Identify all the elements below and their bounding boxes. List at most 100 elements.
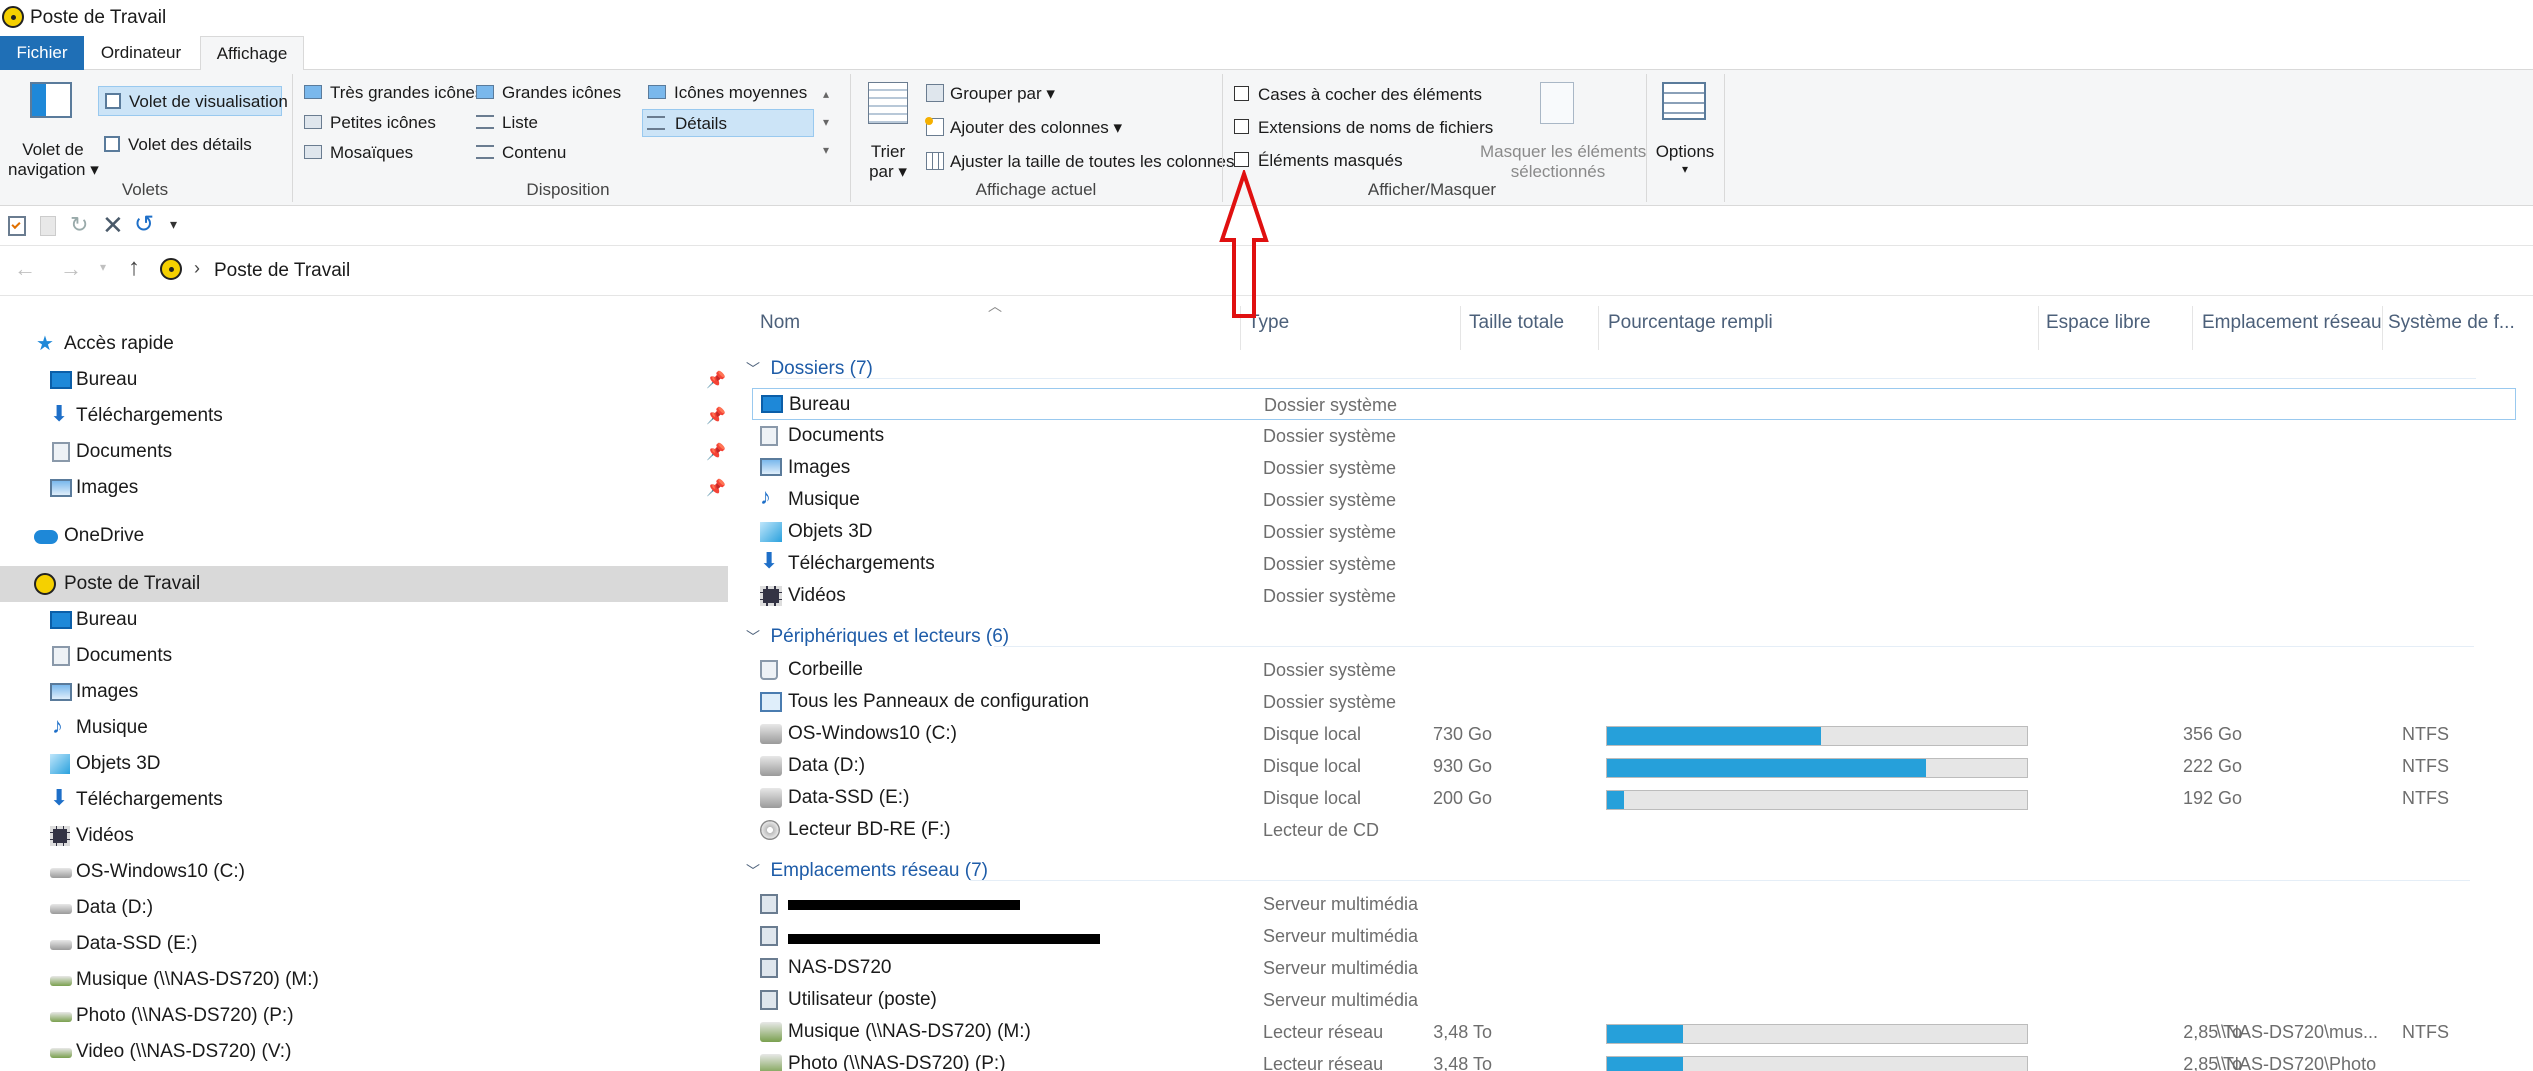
details-pane-button[interactable]: Volet des détails — [98, 130, 282, 160]
pin-icon[interactable]: 📌 — [706, 442, 726, 462]
column-separator[interactable] — [1460, 306, 1461, 350]
nav-pc-drive-c[interactable]: OS-Windows10 (C:) — [0, 854, 728, 890]
nav-pc-music[interactable]: ♪ Musique — [0, 710, 728, 746]
nav-quick-access[interactable]: ★ Accès rapide — [0, 326, 728, 362]
nav-pc-videos[interactable]: Vidéos — [0, 818, 728, 854]
column-separator[interactable] — [2192, 306, 2193, 350]
table-row[interactable]: Images Dossier système — [746, 452, 2516, 484]
table-row[interactable]: Data-SSD (E:) Disque local 200 Go 192 Go… — [746, 782, 2516, 814]
nav-pc-documents[interactable]: Documents — [0, 638, 728, 674]
file-extensions-checkbox[interactable] — [1234, 119, 1249, 134]
column-header-total[interactable]: Taille totale — [1469, 296, 1599, 350]
layout-extra-large-icons[interactable]: Très grandes icônes — [300, 80, 483, 106]
properties-icon[interactable] — [8, 216, 26, 236]
table-row[interactable]: Tous les Panneaux de configuration Dossi… — [746, 686, 2516, 718]
layout-details[interactable]: Détails — [642, 109, 814, 137]
nav-onedrive[interactable]: OneDrive — [0, 518, 728, 554]
navigation-pane-button[interactable]: Volet de navigation ▾ — [8, 80, 99, 179]
layout-small-icons[interactable]: Petites icônes — [300, 110, 470, 136]
group-header-devices[interactable]: ﹀ Périphériques et lecteurs (6) — [746, 626, 1009, 648]
tab-affichage[interactable]: Affichage — [200, 36, 304, 71]
pin-icon[interactable]: 📌 — [706, 478, 726, 498]
pin-icon[interactable]: 📌 — [706, 370, 726, 390]
sort-by-button[interactable]: Trier par ▾ — [858, 80, 918, 181]
back-arrow-icon[interactable]: ← — [14, 256, 36, 282]
column-header-network[interactable]: Emplacement réseau — [2202, 296, 2382, 350]
layout-tiles[interactable]: Mosaïques — [300, 140, 470, 166]
nav-quick-downloads[interactable]: ⬇ Téléchargements 📌 — [0, 398, 728, 434]
column-header-name[interactable]: Nom — [760, 296, 1256, 350]
hidden-items-toggle[interactable]: Éléments masqués — [1234, 148, 1474, 172]
table-row[interactable]: Musique (\\NAS-DS720) (M:) Lecteur résea… — [746, 1016, 2516, 1048]
nav-pc-downloads[interactable]: ⬇ Téléchargements — [0, 782, 728, 818]
hide-selected-button[interactable]: Masquer les éléments sélectionnés — [1480, 80, 1646, 181]
item-checkboxes-toggle[interactable]: Cases à cocher des éléments — [1234, 82, 1482, 106]
documents-icon — [52, 442, 70, 462]
table-row[interactable]: Serveur multimédia — [746, 888, 2516, 920]
table-row[interactable]: Lecteur BD-RE (F:) Lecteur de CD — [746, 814, 2516, 846]
table-row[interactable]: Utilisateur (poste) Serveur multimédia — [746, 984, 2516, 1016]
layout-content[interactable]: Contenu — [472, 140, 642, 166]
nav-pc-images[interactable]: Images — [0, 674, 728, 710]
address-location[interactable]: Poste de Travail — [214, 260, 350, 282]
recent-dropdown-icon[interactable]: ▾ — [100, 260, 106, 274]
table-row[interactable]: Objets 3D Dossier système — [746, 516, 2516, 548]
nav-quick-documents[interactable]: Documents 📌 — [0, 434, 728, 470]
nav-quick-images[interactable]: Images 📌 — [0, 470, 728, 506]
table-row[interactable]: Bureau Dossier système — [752, 388, 2516, 420]
column-separator[interactable] — [1598, 306, 1599, 350]
nav-this-pc[interactable]: Poste de Travail — [0, 566, 728, 602]
table-row[interactable]: Corbeille Dossier système — [746, 654, 2516, 686]
add-columns-button[interactable]: Ajouter des colonnes ▾ — [924, 114, 1184, 140]
nav-pc-network-v[interactable]: Video (\\NAS-DS720) (V:) — [0, 1034, 728, 1070]
delete-icon[interactable]: ✕ — [102, 210, 124, 241]
item-checkboxes-checkbox[interactable] — [1234, 86, 1249, 101]
layout-large-icons[interactable]: Grandes icônes — [472, 80, 642, 106]
column-header-percent[interactable]: Pourcentage rempli — [1608, 296, 1988, 350]
nav-pc-drive-e[interactable]: Data-SSD (E:) — [0, 926, 728, 962]
table-row[interactable]: Data (D:) Disque local 930 Go 222 Go NTF… — [746, 750, 2516, 782]
nav-pc-network-m[interactable]: Musique (\\NAS-DS720) (M:) — [0, 962, 728, 998]
network-drive-icon — [50, 976, 72, 986]
group-header-network[interactable]: ﹀ Emplacements réseau (7) — [746, 860, 988, 882]
layout-list[interactable]: Liste — [472, 110, 642, 136]
layout-medium-icons[interactable]: Icônes moyennes — [644, 80, 814, 106]
layout-gallery-scroll[interactable]: ▴ ▾ ▾ — [818, 80, 834, 168]
undo-icon[interactable]: ↺ — [134, 210, 154, 239]
nav-pc-bureau[interactable]: Bureau — [0, 602, 728, 638]
nav-quick-bureau[interactable]: Bureau 📌 — [0, 362, 728, 398]
redo-icon[interactable]: ↻ — [70, 212, 88, 238]
group-header-folders[interactable]: ﹀ Dossiers (7) — [746, 358, 873, 380]
column-header-fs[interactable]: Système de f... — [2388, 296, 2528, 350]
pin-icon[interactable]: 📌 — [706, 406, 726, 426]
layout-small-label: Petites icônes — [330, 113, 436, 132]
column-header-free[interactable]: Espace libre — [2046, 296, 2186, 350]
new-folder-icon[interactable] — [40, 216, 56, 236]
nav-pc-3d-objects[interactable]: Objets 3D — [0, 746, 728, 782]
column-header-type[interactable]: Type — [1248, 296, 1448, 350]
table-row[interactable]: Serveur multimédia — [746, 920, 2516, 952]
nav-pc-drive-d[interactable]: Data (D:) — [0, 890, 728, 926]
table-row[interactable]: Documents Dossier système — [746, 420, 2516, 452]
tab-ordinateur[interactable]: Ordinateur — [88, 36, 194, 70]
file-extensions-toggle[interactable]: Extensions de noms de fichiers — [1234, 115, 1493, 139]
up-arrow-icon[interactable]: ↑ — [128, 254, 140, 282]
hidden-items-checkbox[interactable] — [1234, 152, 1249, 167]
group-by-button[interactable]: Grouper par ▾ — [924, 80, 1184, 106]
table-row[interactable]: Photo (\\NAS-DS720) (P:) Lecteur réseau … — [746, 1048, 2516, 1071]
fit-columns-button[interactable]: Ajuster la taille de toutes les colonnes — [924, 148, 1234, 174]
options-button[interactable]: Options ▾ — [1652, 80, 1718, 176]
column-separator[interactable] — [2382, 306, 2383, 350]
tab-fichier[interactable]: Fichier — [0, 36, 84, 70]
column-separator[interactable] — [2038, 306, 2039, 350]
table-row[interactable]: ⬇ Téléchargements Dossier système — [746, 548, 2516, 580]
customize-qat-icon[interactable]: ▾ — [170, 216, 177, 233]
nav-pc-network-p[interactable]: Photo (\\NAS-DS720) (P:) — [0, 998, 728, 1034]
preview-pane-button[interactable]: Volet de visualisation — [98, 86, 288, 116]
table-row[interactable]: NAS-DS720 Serveur multimédia — [746, 952, 2516, 984]
forward-arrow-icon[interactable]: → — [60, 256, 82, 282]
chevron-right-icon[interactable]: › — [194, 258, 200, 279]
table-row[interactable]: ♪ Musique Dossier système — [746, 484, 2516, 516]
table-row[interactable]: Vidéos Dossier système — [746, 580, 2516, 612]
table-row[interactable]: OS-Windows10 (C:) Disque local 730 Go 35… — [746, 718, 2516, 750]
